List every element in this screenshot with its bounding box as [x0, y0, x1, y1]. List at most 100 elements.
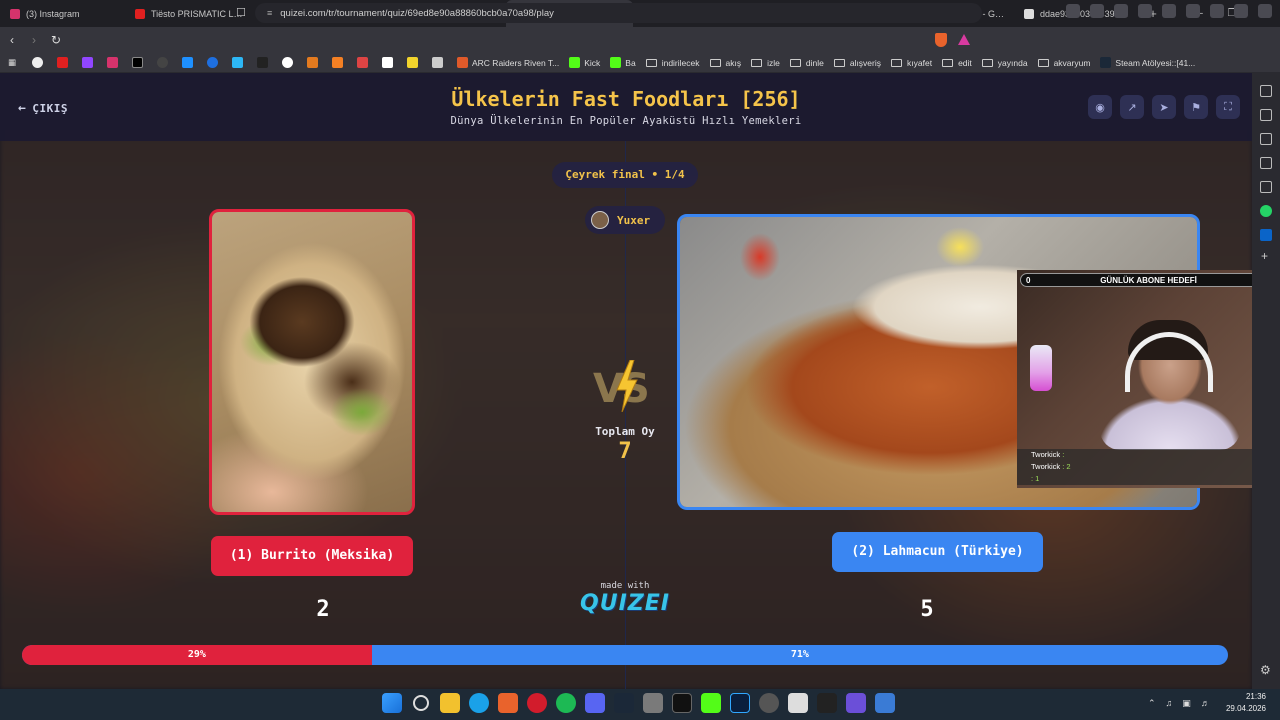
bookmark-item[interactable]: alışveriş: [833, 58, 881, 68]
taskbar-clock[interactable]: 21:36 29.04.2026: [1226, 691, 1266, 715]
back-icon[interactable]: ‹: [2, 33, 22, 47]
discord-icon[interactable]: [585, 693, 605, 713]
chevron-up-icon[interactable]: ⌃: [1148, 698, 1156, 709]
option-right-button[interactable]: (2) Lahmacun (Türkiye): [832, 532, 1043, 572]
option-left-image[interactable]: [209, 209, 415, 515]
option-left-button[interactable]: (1) Burrito (Meksika): [211, 536, 413, 576]
brave-rewards-icon[interactable]: [958, 34, 970, 45]
bookmark-tv[interactable]: [232, 57, 247, 68]
app-icon[interactable]: [846, 693, 866, 713]
wallet-icon[interactable]: [1260, 133, 1272, 145]
add-panel-icon[interactable]: +: [1261, 249, 1268, 263]
bookmark-page-icon[interactable]: ☐: [236, 6, 246, 19]
browser-tab[interactable]: Tiësto PRISMATIC Live Me: [125, 0, 252, 27]
forward-icon[interactable]: ›: [24, 33, 44, 47]
notepad-icon[interactable]: [788, 693, 808, 713]
leo-icon[interactable]: [1210, 4, 1224, 18]
photoshop-icon[interactable]: [730, 693, 750, 713]
reading-list-icon[interactable]: [1260, 109, 1272, 121]
bookmark-play[interactable]: [207, 57, 222, 68]
history-icon[interactable]: [1260, 181, 1272, 193]
extension-icon[interactable]: [1090, 4, 1104, 18]
volume-icon[interactable]: ♬: [1201, 698, 1210, 709]
brave-icon[interactable]: [498, 693, 518, 713]
bookmark-item[interactable]: indirilecek: [645, 58, 700, 68]
bookmark-item[interactable]: yayında: [981, 58, 1028, 68]
microphone-icon[interactable]: ♫: [1166, 698, 1173, 709]
wallet-icon[interactable]: [1186, 4, 1200, 18]
extensions-toolbar: [1066, 4, 1272, 18]
search-icon[interactable]: [413, 695, 429, 711]
share-icon[interactable]: ↗: [1120, 95, 1144, 119]
avatar: [591, 211, 609, 229]
vs-emblem: VS: [593, 360, 659, 416]
menu-icon[interactable]: [1258, 4, 1272, 18]
bookmark-w[interactable]: [257, 57, 272, 68]
send-icon[interactable]: ➤: [1152, 95, 1176, 119]
bookmark-item[interactable]: akvaryum: [1037, 58, 1090, 68]
flag-icon[interactable]: ⚑: [1184, 95, 1208, 119]
bookmark-twitch[interactable]: [82, 57, 97, 68]
bookmark-x[interactable]: [132, 57, 147, 68]
extension-icon[interactable]: [1114, 4, 1128, 18]
bookmark-o[interactable]: [282, 57, 297, 68]
network-icon[interactable]: ▣: [1182, 698, 1191, 709]
reload-icon[interactable]: ↻: [46, 33, 66, 47]
start-icon[interactable]: [382, 693, 402, 713]
bookmark-item[interactable]: kıyafet: [891, 58, 932, 68]
bookmark-item[interactable]: edit: [942, 58, 972, 68]
bookmark-stack[interactable]: [332, 57, 347, 68]
bookmark-label: dinle: [805, 57, 824, 68]
steam-icon[interactable]: [614, 693, 634, 713]
obs-icon[interactable]: [759, 693, 779, 713]
bookmark-google[interactable]: [32, 57, 47, 68]
quizei-logo[interactable]: QUIZEI: [575, 591, 675, 616]
fullscreen-icon[interactable]: ⛶: [1216, 95, 1240, 119]
left-vote-count: 2: [316, 597, 330, 622]
outlook-icon[interactable]: [1260, 229, 1272, 241]
bookmark-item[interactable]: Ba: [610, 57, 636, 68]
bookmark-item[interactable]: Steam Atölyesi::[41...: [1100, 57, 1195, 68]
bookmark-instagram[interactable]: [107, 57, 122, 68]
capcut-icon[interactable]: [672, 693, 692, 713]
settings-gear-icon[interactable]: ⚙: [1260, 663, 1271, 677]
bookmark-cloud[interactable]: [182, 57, 197, 68]
bookmarks-icon[interactable]: [1260, 157, 1272, 169]
taskbar-apps: [382, 693, 895, 713]
made-with-label: made with: [600, 581, 650, 591]
bookmark-item[interactable]: izle: [751, 58, 780, 68]
epic-games-icon[interactable]: [817, 693, 837, 713]
tab-title: (3) Instagram: [26, 8, 80, 19]
leo-icon[interactable]: [1260, 85, 1272, 97]
sidebar-icon[interactable]: [1162, 4, 1176, 18]
browser-tab[interactable]: (3) Instagram: [0, 0, 125, 27]
bookmark-a[interactable]: [382, 57, 397, 68]
kick-icon[interactable]: [701, 693, 721, 713]
brave-shield-icon[interactable]: [935, 33, 947, 47]
bookmark-item[interactable]: Kick: [569, 57, 600, 68]
bookmark-github[interactable]: [157, 57, 172, 68]
spotify-icon[interactable]: [556, 693, 576, 713]
bookmark-doc[interactable]: [432, 57, 447, 68]
app-icon[interactable]: [875, 693, 895, 713]
whatsapp-icon[interactable]: [1260, 205, 1272, 217]
url-field[interactable]: ≡ quizei.com/tr/tournament/quiz/69ed8e90…: [255, 3, 982, 23]
bookmark-hb[interactable]: [307, 57, 322, 68]
music-icon[interactable]: [1138, 4, 1152, 18]
bookmark-item[interactable]: akış: [709, 58, 741, 68]
file-explorer-icon[interactable]: [440, 693, 460, 713]
bookmark-m[interactable]: [357, 57, 372, 68]
opera-icon[interactable]: [527, 693, 547, 713]
streamer-name: Yuxer: [617, 213, 651, 227]
bookmark-item[interactable]: dinle: [789, 57, 824, 68]
calculator-icon[interactable]: [643, 693, 663, 713]
bookmark-youtube[interactable]: [57, 57, 72, 68]
edge-icon[interactable]: [469, 693, 489, 713]
eye-icon[interactable]: ◉: [1088, 95, 1112, 119]
site-info-icon[interactable]: ≡: [267, 8, 272, 18]
apps-grid-icon[interactable]: ▦: [8, 57, 22, 68]
vpn-icon[interactable]: [1234, 4, 1248, 18]
extension-icon[interactable]: [1066, 4, 1080, 18]
bookmark-yellow[interactable]: [407, 57, 422, 68]
bookmark-item[interactable]: ARC Raiders Riven T...: [457, 57, 559, 68]
